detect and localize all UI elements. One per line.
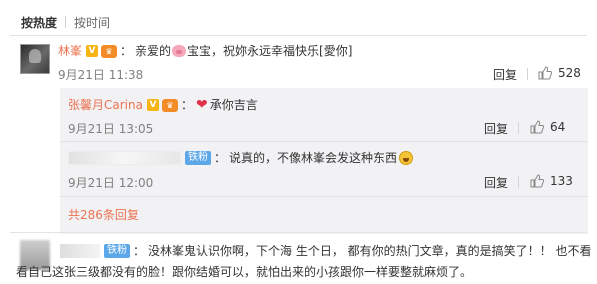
like-count: 64 bbox=[550, 120, 566, 134]
thumbs-up-icon bbox=[530, 120, 544, 134]
sort-tabs: 按热度 按时间 bbox=[21, 11, 110, 33]
comment-body-prefix: 亲爱的 bbox=[135, 44, 172, 58]
like-button[interactable]: 528 bbox=[538, 66, 581, 80]
like-count: 528 bbox=[558, 66, 581, 80]
colon-separator: ： bbox=[180, 98, 193, 112]
sort-divider bbox=[65, 16, 67, 28]
main-comment-text: 林峯 V ♛ ： 亲爱的 宝宝，祝妳永远幸福快乐[愛你] bbox=[58, 42, 352, 60]
fan-badge: 铁粉 bbox=[185, 151, 211, 165]
verified-v-icon: V bbox=[86, 45, 99, 57]
blurred-username[interactable] bbox=[60, 244, 100, 258]
reply-timestamp: 9月21日 12:00 bbox=[68, 176, 154, 190]
vip-badge-icon: ♛ bbox=[101, 44, 118, 58]
colon-separator: ： bbox=[214, 151, 227, 165]
view-all-replies-link[interactable]: 共286条回复 bbox=[68, 206, 139, 223]
heart-emoji-icon: ❤ bbox=[195, 97, 208, 113]
comment-body-suffix: 宝宝，祝妳永远幸福快乐[愛你] bbox=[187, 44, 353, 58]
comment-username[interactable]: 林峯 bbox=[58, 42, 82, 60]
comment-timestamp: 9月21日 11:38 bbox=[58, 68, 144, 82]
like-button[interactable]: 133 bbox=[530, 174, 573, 188]
reply-timestamp: 9月21日 13:05 bbox=[68, 122, 154, 136]
reply-body: 说真的，不像林峯会发这种东西 bbox=[229, 151, 398, 165]
avatar[interactable] bbox=[20, 44, 50, 74]
reply-text: 铁粉 ： 说真的，不像林峯会发这种东西 bbox=[68, 149, 414, 167]
like-button[interactable]: 64 bbox=[530, 120, 565, 134]
comment-body-line-2: 看自己这张三级都没有的脸！跟你结婚可以，就怕出来的小孩跟你一样要整就麻烦了。 bbox=[16, 265, 473, 279]
bottom-comment-continuation: 看自己这张三级都没有的脸！跟你结婚可以，就怕出来的小孩跟你一样要整就麻烦了。 bbox=[16, 263, 472, 281]
comment-body-line-1: 没林峯鬼认识你啊，下个海 生个日， 都有你的热门文章，真的是搞笑了！！ 也不看 bbox=[148, 244, 592, 258]
verified-v-icon: V bbox=[146, 99, 159, 111]
thumbs-up-icon bbox=[538, 66, 552, 80]
bottom-comment-text: 铁粉 ： 没林峯鬼认识你啊，下个海 生个日， 都有你的热门文章，真的是搞笑了！！… bbox=[60, 242, 591, 260]
laugh-emoji-icon bbox=[399, 151, 414, 165]
comment-divider bbox=[10, 232, 587, 233]
reply-divider bbox=[60, 141, 588, 142]
reply-body: 承你吉言 bbox=[209, 98, 258, 112]
action-divider bbox=[527, 68, 528, 80]
thumbs-up-icon bbox=[530, 174, 544, 188]
fan-badge: 铁粉 bbox=[104, 244, 130, 258]
sort-by-time-tab[interactable]: 按时间 bbox=[74, 14, 110, 31]
reply-text: 张馨月Carina V ♛ ： ❤ 承你吉言 bbox=[68, 96, 258, 114]
header-divider bbox=[10, 35, 587, 36]
reply-button[interactable]: 回复 bbox=[484, 174, 508, 191]
pig-emoji-icon bbox=[172, 45, 187, 57]
blurred-username[interactable] bbox=[68, 151, 181, 165]
like-count: 133 bbox=[550, 174, 573, 188]
reply-button[interactable]: 回复 bbox=[484, 120, 508, 137]
sort-by-hot-tab[interactable]: 按热度 bbox=[21, 14, 57, 31]
reply-divider bbox=[60, 196, 588, 197]
colon-separator: ： bbox=[133, 244, 146, 258]
action-divider bbox=[518, 122, 519, 134]
action-divider bbox=[518, 176, 519, 188]
reply-username[interactable]: 张馨月Carina bbox=[68, 96, 143, 114]
vip-badge-icon: ♛ bbox=[161, 98, 178, 112]
colon-separator: ： bbox=[120, 44, 133, 58]
reply-button[interactable]: 回复 bbox=[493, 66, 517, 83]
